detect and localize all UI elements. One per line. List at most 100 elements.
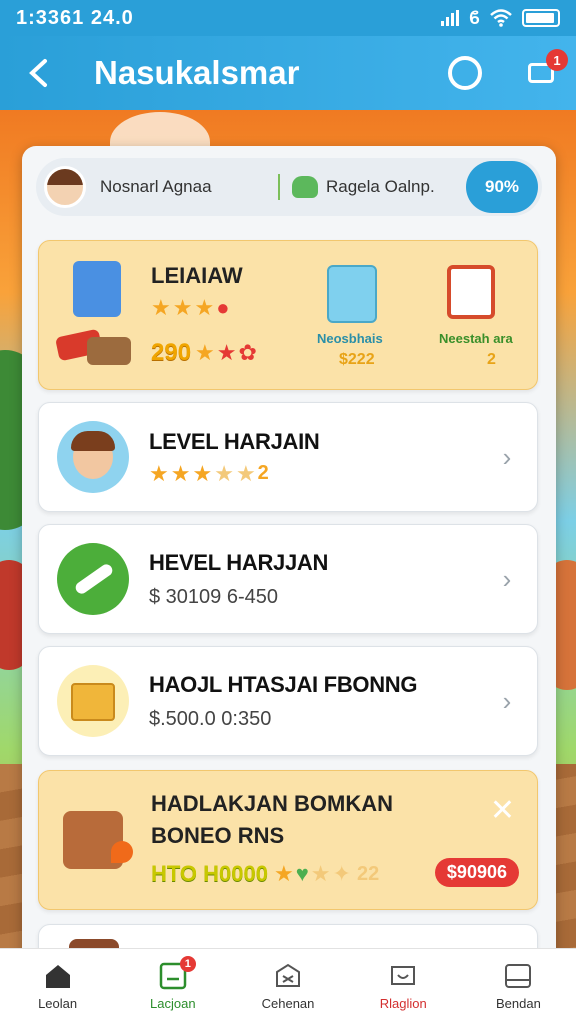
progress-percent-button[interactable]: 90% xyxy=(466,161,538,213)
chevron-right-icon: › xyxy=(502,563,512,594)
star-icon: ★ xyxy=(214,461,234,486)
frog-icon xyxy=(292,176,318,198)
featured-score: 290 xyxy=(151,339,192,366)
main-panel: Nosnarl Agnaa Ragela Oalnp. 90% LEIAIAW … xyxy=(22,146,556,976)
star-icon: ★ xyxy=(151,295,171,320)
blue-crate-icon xyxy=(73,261,121,317)
nav-label: Cehenan xyxy=(261,996,315,1011)
app-bar: Nasukalsmar 1 xyxy=(0,36,576,110)
player-avatar[interactable] xyxy=(44,166,86,208)
nav-label: Rlaglion xyxy=(379,996,427,1011)
featured-stars: ★ ★ ★ ● xyxy=(151,297,230,319)
status-bar: 1:3361 24.0 ϐ xyxy=(0,0,576,36)
list-item[interactable]: HAOJL HTASJAI FBONNG $.500.0 0:350 › xyxy=(38,646,538,756)
list-item-title: HAOJL HTASJAI FBONNG xyxy=(149,671,418,697)
featured-title: LEIAIAW xyxy=(151,263,243,288)
list-item-stars: ★ ★ ★ ★ ★ 2 xyxy=(149,463,495,485)
list-item-title: LEVEL HARJAIN xyxy=(149,429,320,454)
flame-icon xyxy=(111,841,133,863)
brown-box-icon xyxy=(87,337,131,365)
chevron-right-icon: › xyxy=(502,685,512,716)
close-button[interactable]: ✕ xyxy=(490,793,515,828)
candy-jar-icon xyxy=(327,265,377,323)
bottom-navigation: Leolan 1 Lacjoan Cehenan Rlaglion Bendan xyxy=(0,948,576,1024)
picture-frame-icon xyxy=(447,265,495,319)
nav-chat[interactable]: Rlaglion xyxy=(346,949,461,1024)
star-icon: ★ xyxy=(216,340,237,365)
featured-item-price: $222 xyxy=(339,351,375,368)
featured-item-price: 2 xyxy=(487,351,496,368)
box-icon xyxy=(276,963,300,987)
featured-item-1[interactable]: Neosbhais $222 xyxy=(301,259,401,379)
list-item-text: LEVEL HARJAIN ★ ★ ★ ★ ★ 2 xyxy=(129,429,495,485)
chevron-right-icon: › xyxy=(502,441,512,472)
player-info-bar: Nosnarl Agnaa Ragela Oalnp. 90% xyxy=(36,158,542,216)
star-icon: ★ xyxy=(172,295,193,320)
star-icon: ★ xyxy=(149,461,169,486)
nav-badge: 1 xyxy=(179,956,196,972)
promo-title: HADLAKJAN BOMKAN BONEO RNS xyxy=(151,791,393,849)
home-icon xyxy=(45,965,70,988)
nav-label: Lacjoan xyxy=(150,996,196,1011)
nav-label: Leolan xyxy=(38,996,78,1011)
back-button[interactable] xyxy=(18,53,58,93)
star-icon: ★ xyxy=(235,461,256,486)
app-actions: 1 xyxy=(448,49,568,90)
info-divider xyxy=(278,174,280,200)
list-item-subtitle: $ 30109 6-450 xyxy=(149,585,279,608)
data-icon: ϐ xyxy=(469,7,480,28)
nav-home[interactable]: Leolan xyxy=(0,949,115,1024)
star-icon: ★ xyxy=(273,861,294,886)
nav-box[interactable]: Cehenan xyxy=(230,949,345,1024)
signal-icon xyxy=(441,10,459,26)
list-item[interactable]: HEVEL HARJJAN $ 30109 6-450 › xyxy=(38,524,538,634)
featured-score-icons: ★ ★ ✿ xyxy=(195,342,257,364)
status-time: 1:3361 24.0 xyxy=(16,6,134,29)
promo-stars: ★ ♥ ★ ✦ xyxy=(274,863,351,885)
notifications-button[interactable]: 1 xyxy=(526,49,568,89)
flower-icon: ✿ xyxy=(238,340,257,365)
player-region: Ragela Oalnp. xyxy=(326,177,435,196)
promo-card[interactable]: HADLAKJAN BOMKAN BONEO RNS HTO H0000 ★ ♥ ★… xyxy=(38,770,538,910)
list-item-text: HAOJL HTASJAI FBONNG $.500.0 0:350 xyxy=(129,672,495,731)
battery-icon xyxy=(522,9,560,27)
featured-item-2[interactable]: Neestah ara 2 xyxy=(423,259,529,379)
featured-score-row: 290 ★ ★ ✿ xyxy=(151,339,257,367)
featured-item-label: Neestah ara xyxy=(439,331,513,346)
refresh-button[interactable] xyxy=(448,56,482,90)
nav-list[interactable]: 1 Lacjoan xyxy=(115,949,230,1024)
star-icon: ★ xyxy=(194,295,215,320)
promo-score-row: HTO H0000 ★ ♥ ★ ✦ 22 xyxy=(151,861,379,887)
star-icon: ★ xyxy=(192,461,213,486)
list-item[interactable]: LEVEL HARJAIN ★ ★ ★ ★ ★ 2 › xyxy=(38,402,538,512)
featured-card[interactable]: LEIAIAW ★ ★ ★ ● 290 ★ ★ ✿ Neosbhais $222 Nees… xyxy=(38,240,538,390)
heart-icon: ♥ xyxy=(295,861,309,886)
featured-item-label: Neosbhais xyxy=(317,331,383,346)
list-icon: 1 xyxy=(158,956,196,990)
status-icons: ϐ xyxy=(441,8,560,29)
list-item-count: 2 xyxy=(257,462,269,484)
tablet-icon xyxy=(505,964,532,988)
promo-title-line-2: BONEO RNS xyxy=(151,823,285,848)
nav-label: Bendan xyxy=(496,996,541,1011)
player-name: Nosnarl Agnaa xyxy=(100,177,212,196)
sparkle-icon: ✦ xyxy=(332,861,351,886)
star-icon: ★ xyxy=(310,861,331,886)
star-icon: ★ xyxy=(170,461,191,486)
chevron-left-icon xyxy=(29,59,47,87)
nav-tablet[interactable]: Bendan xyxy=(461,949,576,1024)
promo-title-line-1: HADLAKJAN BOMKAN xyxy=(151,791,393,816)
star-icon: ★ xyxy=(195,340,215,365)
app-title: Nasukalsmar xyxy=(94,54,300,91)
list-item-text: HEVEL HARJJAN $ 30109 6-450 xyxy=(129,550,495,609)
list-item-title: HEVEL HARJJAN xyxy=(149,549,329,575)
red-ball-icon: ● xyxy=(216,295,230,320)
pencil-icon xyxy=(57,543,129,615)
boy-avatar-icon xyxy=(57,421,129,493)
wifi-icon xyxy=(490,9,512,27)
package-icon xyxy=(57,665,129,737)
promo-score: HTO H0000 xyxy=(151,861,268,886)
promo-price-pill[interactable]: $90906 xyxy=(434,858,519,887)
chat-icon xyxy=(391,966,416,985)
list-item-subtitle: $.500.0 0:350 xyxy=(149,707,272,730)
